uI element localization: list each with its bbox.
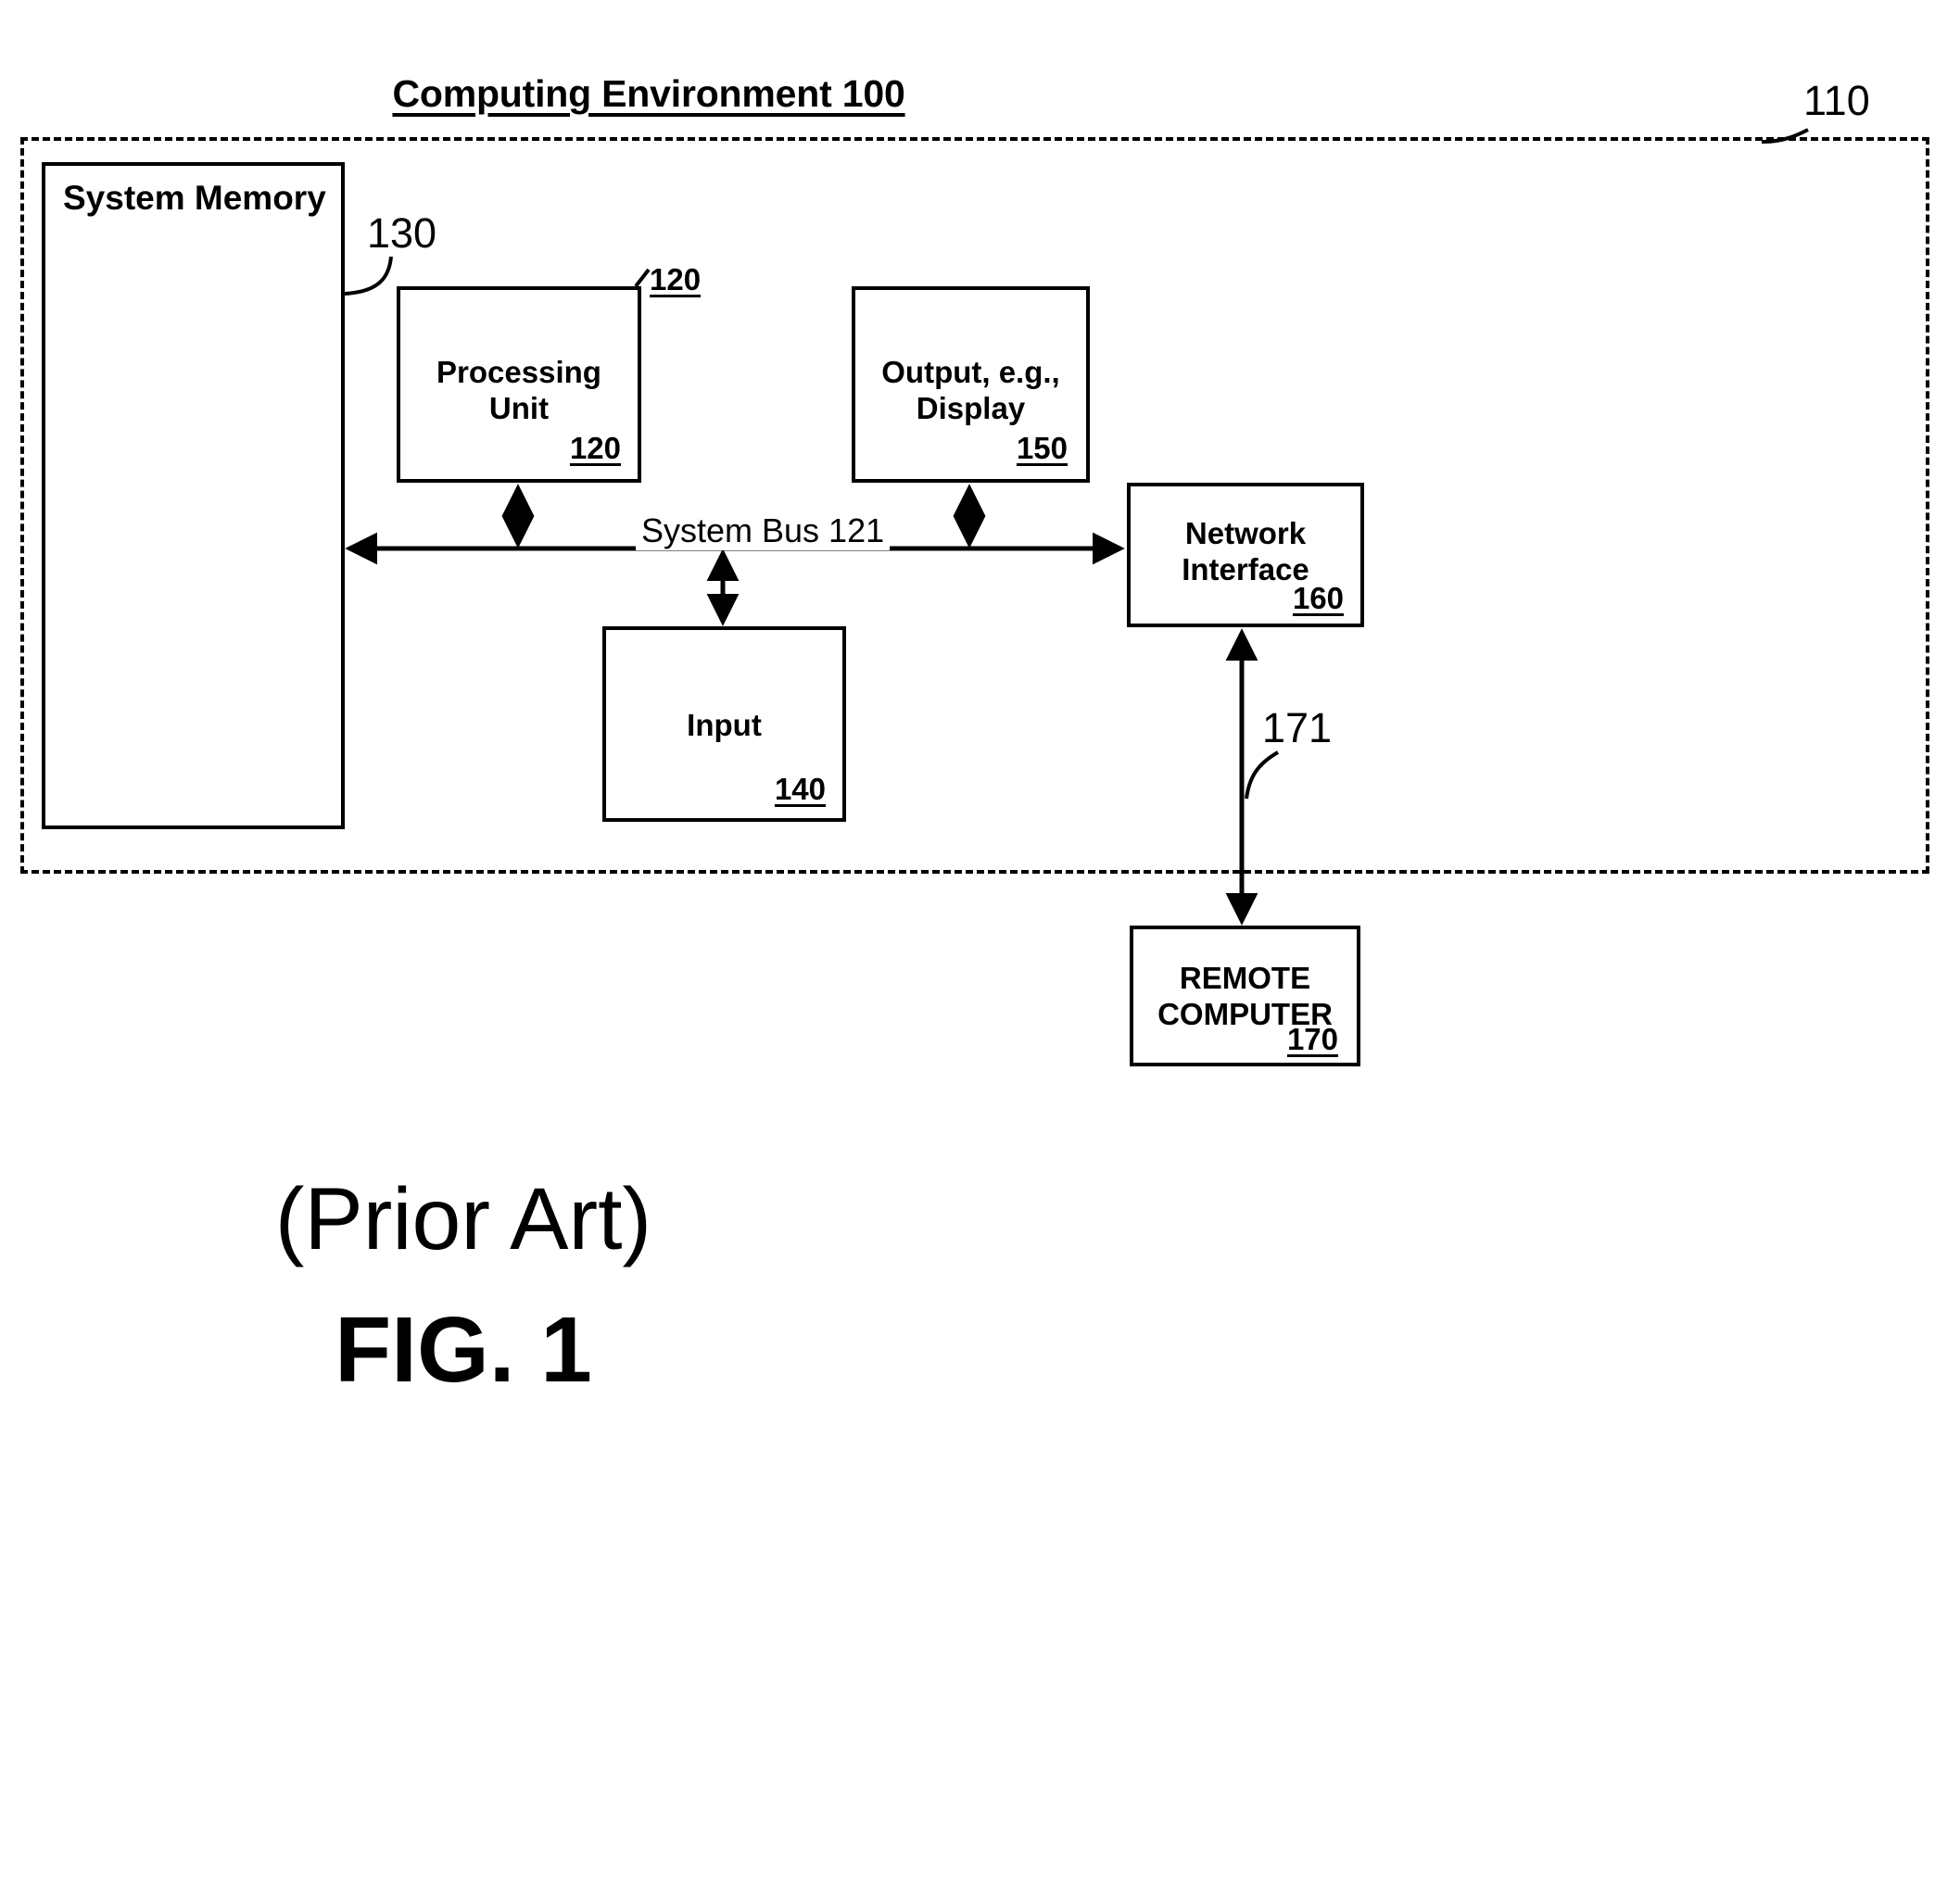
processing-unit-block: Processing Unit 120	[397, 286, 641, 483]
system-memory-label: System Memory	[63, 179, 326, 217]
patent-figure-page: Computing Environment 100 110 System Mem…	[0, 0, 1960, 1878]
output-display-label-line2: Display	[916, 390, 1026, 425]
network-interface-label-line1: Network	[1184, 516, 1307, 550]
reference-numeral-110: 110	[1803, 77, 1870, 124]
system-bus-label: System Bus 121	[636, 511, 891, 550]
input-block: Input 140	[602, 626, 846, 822]
figure-number-caption: FIG. 1	[335, 1298, 592, 1402]
output-display-block: Output, e.g., Display 150	[852, 286, 1090, 483]
remote-computer-block: REMOTE COMPUTER 170	[1130, 926, 1360, 1066]
output-display-label: Output, e.g., Display	[855, 355, 1086, 427]
output-display-reference-numeral: 150	[1016, 431, 1068, 465]
processing-unit-label-line2: Unit	[488, 390, 550, 425]
remote-computer-label-line1: REMOTE	[1179, 961, 1311, 995]
processing-unit-label-line1: Processing	[436, 355, 601, 389]
processing-unit-reference-numeral: 120	[569, 431, 621, 465]
input-reference-numeral: 140	[774, 772, 826, 806]
network-interface-reference-numeral: 160	[1292, 581, 1344, 615]
reference-numeral-130: 130	[367, 209, 437, 257]
prior-art-caption: (Prior Art)	[274, 1170, 652, 1268]
input-label: Input	[687, 708, 762, 742]
network-interface-label: Network Interface	[1131, 516, 1360, 588]
processing-unit-label: Processing Unit	[400, 355, 638, 427]
network-interface-block: Network Interface 160	[1127, 483, 1364, 627]
remote-computer-reference-numeral: 170	[1286, 1022, 1338, 1056]
network-interface-label-line2: Interface	[1182, 551, 1309, 586]
system-memory-block	[42, 162, 345, 829]
output-display-label-line1: Output, e.g.,	[881, 355, 1060, 389]
figure-title: Computing Environment 100	[392, 72, 905, 115]
reference-numeral-171: 171	[1262, 704, 1333, 751]
reference-numeral-120-outside: 120	[650, 262, 702, 296]
